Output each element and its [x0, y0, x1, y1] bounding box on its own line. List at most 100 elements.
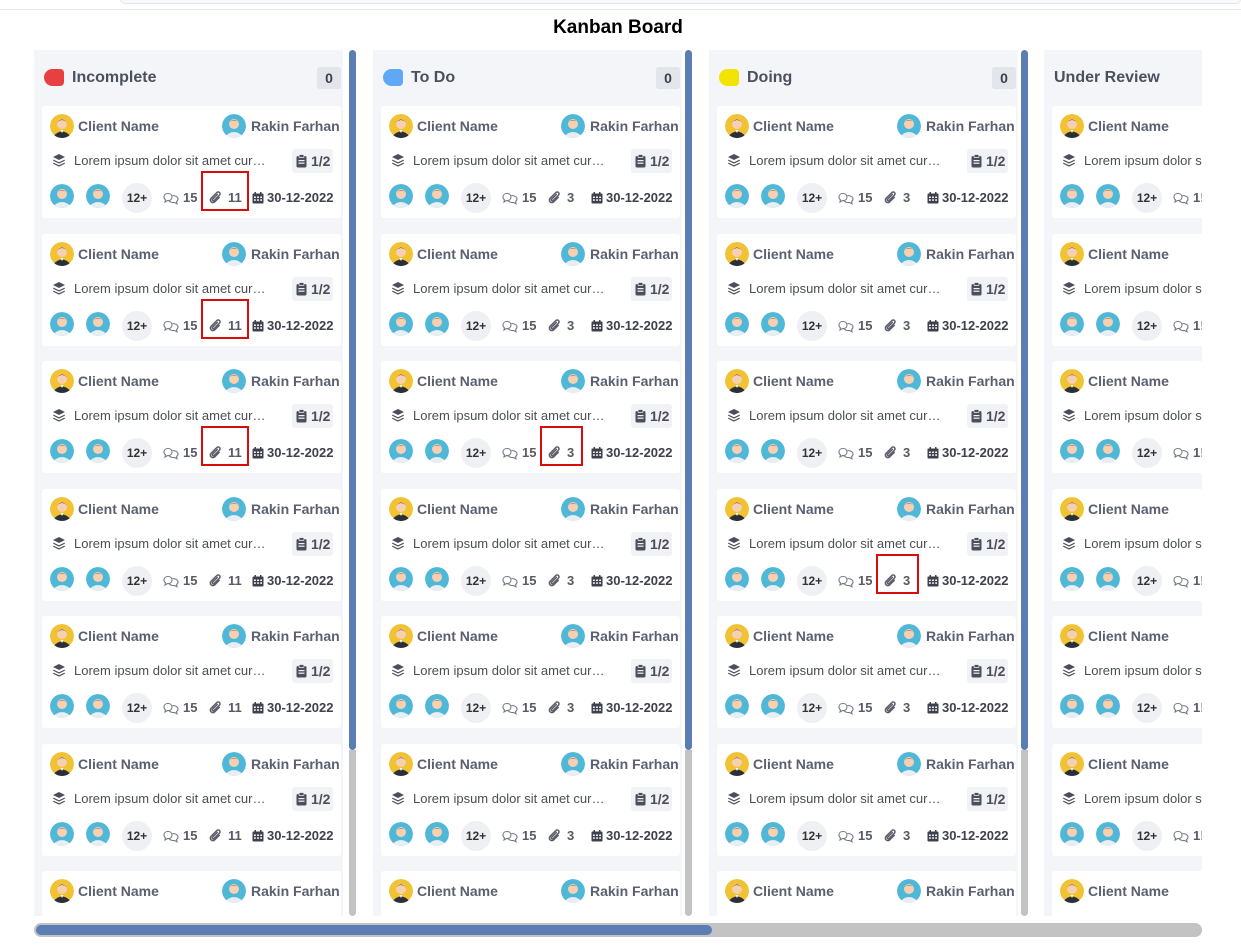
subtask-progress[interactable]: 1/2: [292, 787, 333, 811]
task-card[interactable]: Client Name Rakin Farhan Lorem ipsum dolor…: [42, 361, 341, 473]
member-avatar[interactable]: [725, 312, 749, 336]
more-members-badge[interactable]: 12+: [122, 438, 152, 468]
more-members-badge[interactable]: 12+: [461, 183, 491, 213]
more-members-badge[interactable]: 12+: [797, 183, 827, 213]
more-members-badge[interactable]: 12+: [1132, 183, 1162, 213]
member-avatar[interactable]: [761, 439, 785, 463]
member-avatar[interactable]: [761, 694, 785, 718]
member-avatar[interactable]: [761, 822, 785, 846]
more-members-badge[interactable]: 12+: [1132, 693, 1162, 723]
more-members-badge[interactable]: 12+: [122, 566, 152, 596]
member-avatar[interactable]: [50, 694, 74, 718]
subtask-progress[interactable]: 1/2: [292, 404, 333, 428]
more-members-badge[interactable]: 12+: [797, 693, 827, 723]
subtask-progress[interactable]: 1/2: [292, 532, 333, 556]
member-avatar[interactable]: [761, 567, 785, 591]
subtask-progress[interactable]: 1/2: [292, 277, 333, 301]
task-card[interactable]: Client Name Rakin Farhan Lorem ipsum dolor…: [42, 106, 341, 218]
member-avatar[interactable]: [389, 439, 413, 463]
column-scrollbar-track[interactable]: [1021, 750, 1028, 916]
task-card[interactable]: Client Name Lorem ipsum dolor s 12+ 1!: [1052, 489, 1202, 601]
member-avatar[interactable]: [389, 312, 413, 336]
more-members-badge[interactable]: 12+: [1132, 311, 1162, 341]
member-avatar[interactable]: [86, 694, 110, 718]
more-members-badge[interactable]: 12+: [461, 693, 491, 723]
member-avatar[interactable]: [50, 312, 74, 336]
member-avatar[interactable]: [389, 694, 413, 718]
task-card[interactable]: Client Name Lorem ipsum dolor s 12+ 1!: [1052, 744, 1202, 856]
task-card[interactable]: Client Name Rakin Farhan Lorem ipsum dolor…: [717, 489, 1016, 601]
task-card[interactable]: Client Name Rakin Farhan Lorem ipsum dolor…: [42, 489, 341, 601]
member-avatar[interactable]: [1096, 439, 1120, 463]
more-members-badge[interactable]: 12+: [122, 311, 152, 341]
member-avatar[interactable]: [389, 822, 413, 846]
more-members-badge[interactable]: 12+: [461, 438, 491, 468]
task-card[interactable]: Client Name Lorem ipsum dolor s 12+ 1!: [1052, 234, 1202, 346]
more-members-badge[interactable]: 12+: [797, 311, 827, 341]
member-avatar[interactable]: [1060, 567, 1084, 591]
member-avatar[interactable]: [425, 567, 449, 591]
column-scrollbar-thumb[interactable]: [685, 50, 692, 750]
more-members-badge[interactable]: 12+: [1132, 566, 1162, 596]
member-avatar[interactable]: [86, 822, 110, 846]
member-avatar[interactable]: [761, 184, 785, 208]
subtask-progress[interactable]: 1/2: [967, 787, 1008, 811]
more-members-badge[interactable]: 12+: [122, 183, 152, 213]
subtask-progress[interactable]: 1/2: [631, 404, 672, 428]
task-card[interactable]: Client Name Rakin Farhan: [42, 871, 341, 916]
member-avatar[interactable]: [725, 822, 749, 846]
member-avatar[interactable]: [1096, 822, 1120, 846]
column-scrollbar-thumb[interactable]: [349, 50, 356, 750]
subtask-progress[interactable]: 1/2: [631, 149, 672, 173]
task-card[interactable]: Client Name Rakin Farhan Lorem ipsum dolor…: [717, 106, 1016, 218]
member-avatar[interactable]: [1060, 694, 1084, 718]
subtask-progress[interactable]: 1/2: [967, 149, 1008, 173]
subtask-progress[interactable]: 1/2: [631, 659, 672, 683]
task-card[interactable]: Client Name Lorem ipsum dolor s 12+ 1!: [1052, 106, 1202, 218]
member-avatar[interactable]: [425, 822, 449, 846]
member-avatar[interactable]: [389, 567, 413, 591]
task-card[interactable]: Client Name Rakin Farhan: [717, 871, 1016, 916]
member-avatar[interactable]: [86, 567, 110, 591]
subtask-progress[interactable]: 1/2: [292, 659, 333, 683]
member-avatar[interactable]: [1096, 184, 1120, 208]
more-members-badge[interactable]: 12+: [1132, 821, 1162, 851]
subtask-progress[interactable]: 1/2: [631, 277, 672, 301]
member-avatar[interactable]: [1096, 567, 1120, 591]
more-members-badge[interactable]: 12+: [797, 438, 827, 468]
task-card[interactable]: Client Name Rakin Farhan: [381, 871, 680, 916]
more-members-badge[interactable]: 12+: [122, 693, 152, 723]
task-card[interactable]: Client Name Rakin Farhan Lorem ipsum dolor…: [42, 616, 341, 728]
more-members-badge[interactable]: 12+: [461, 566, 491, 596]
member-avatar[interactable]: [1060, 312, 1084, 336]
member-avatar[interactable]: [725, 694, 749, 718]
member-avatar[interactable]: [1060, 184, 1084, 208]
subtask-progress[interactable]: 1/2: [967, 404, 1008, 428]
task-card[interactable]: Client Name Rakin Farhan Lorem ipsum dolor…: [381, 489, 680, 601]
member-avatar[interactable]: [389, 184, 413, 208]
more-members-badge[interactable]: 12+: [797, 821, 827, 851]
task-card[interactable]: Client Name Rakin Farhan Lorem ipsum dolor…: [381, 616, 680, 728]
member-avatar[interactable]: [425, 694, 449, 718]
member-avatar[interactable]: [50, 184, 74, 208]
member-avatar[interactable]: [761, 312, 785, 336]
task-card[interactable]: Client Name Rakin Farhan Lorem ipsum dolor…: [381, 234, 680, 346]
subtask-progress[interactable]: 1/2: [631, 787, 672, 811]
more-members-badge[interactable]: 12+: [461, 311, 491, 341]
more-members-badge[interactable]: 12+: [461, 821, 491, 851]
horizontal-scrollbar-thumb[interactable]: [36, 925, 712, 935]
member-avatar[interactable]: [86, 439, 110, 463]
task-card[interactable]: Client Name Lorem ipsum dolor s 12+ 1!: [1052, 361, 1202, 473]
task-card[interactable]: Client Name: [1052, 871, 1202, 916]
task-card[interactable]: Client Name Rakin Farhan Lorem ipsum dolor…: [42, 744, 341, 856]
subtask-progress[interactable]: 1/2: [967, 277, 1008, 301]
column-scrollbar-track[interactable]: [349, 750, 356, 916]
member-avatar[interactable]: [1060, 822, 1084, 846]
member-avatar[interactable]: [425, 439, 449, 463]
task-card[interactable]: Client Name Rakin Farhan Lorem ipsum dolor…: [381, 744, 680, 856]
member-avatar[interactable]: [1060, 439, 1084, 463]
task-card[interactable]: Client Name Rakin Farhan Lorem ipsum dolor…: [717, 361, 1016, 473]
member-avatar[interactable]: [725, 439, 749, 463]
member-avatar[interactable]: [725, 184, 749, 208]
task-card[interactable]: Client Name Rakin Farhan Lorem ipsum dolor…: [717, 234, 1016, 346]
